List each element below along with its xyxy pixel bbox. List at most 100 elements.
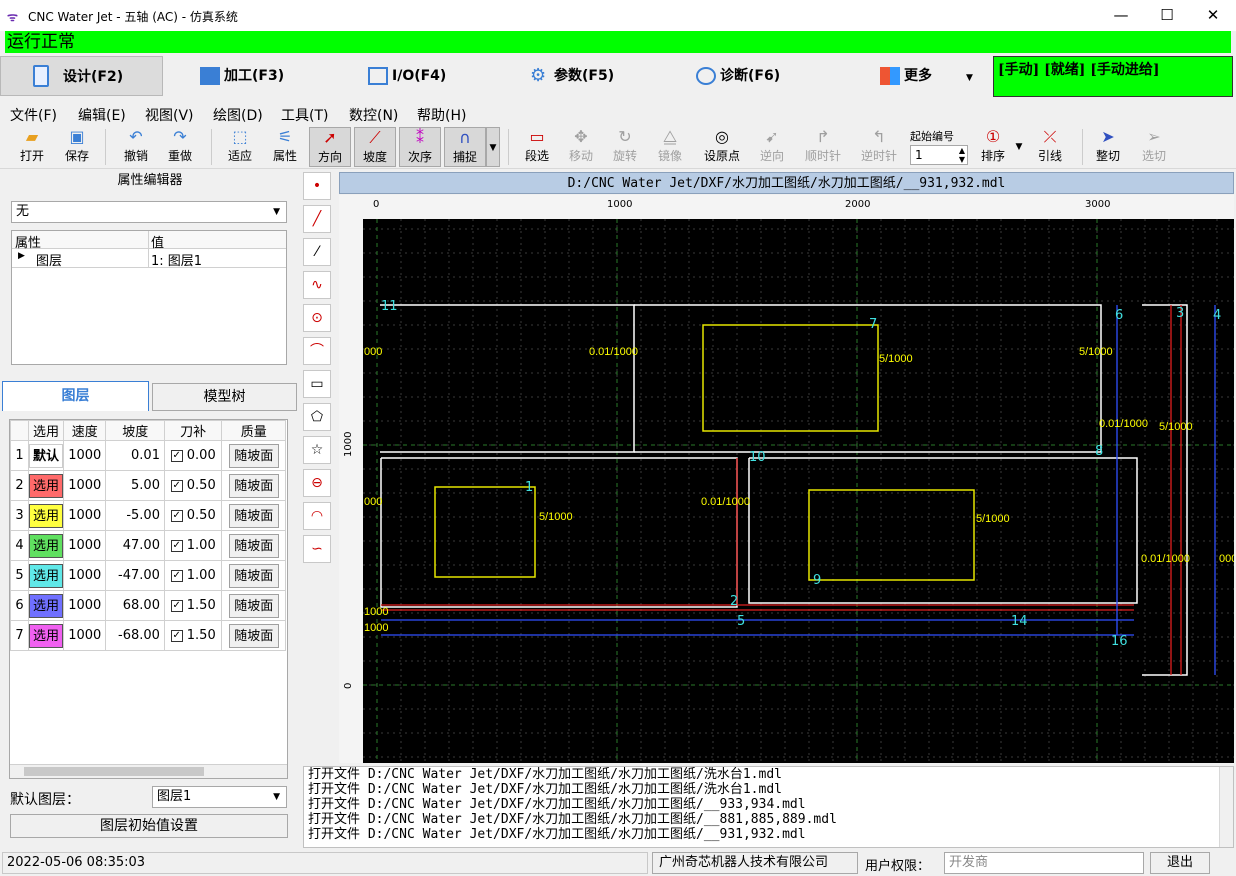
slope-toggle[interactable]: ⟋ 坡度 xyxy=(354,127,396,167)
set-origin-button[interactable]: ◎ 设原点 xyxy=(699,127,745,167)
ellipse-tool[interactable]: ⊖ xyxy=(303,469,331,497)
menu-nc[interactable]: 数控(N) xyxy=(349,105,398,125)
layer-select-button[interactable]: 选用 xyxy=(29,473,63,498)
fit-button[interactable]: ⬚ 适应 xyxy=(220,127,260,167)
comp-checkbox[interactable]: ✓ xyxy=(170,569,183,582)
layer-select-button[interactable]: 选用 xyxy=(29,533,63,558)
slope-cell[interactable]: -68.00 xyxy=(105,620,165,651)
expand-arrow-icon[interactable]: ▶ xyxy=(18,251,25,261)
redo-button[interactable]: ↷ 重做 xyxy=(160,127,200,167)
quality-button[interactable]: 随坡面 xyxy=(228,443,279,468)
comp-checkbox[interactable]: ✓ xyxy=(170,539,183,552)
quality-button[interactable]: 随坡面 xyxy=(228,503,279,528)
menu-draw[interactable]: 绘图(D) xyxy=(213,105,263,125)
permission-field[interactable]: 开发商 xyxy=(944,852,1144,874)
exit-button[interactable]: 退出 xyxy=(1150,852,1210,874)
quality-button[interactable]: 随坡面 xyxy=(228,623,279,648)
layer-select-button[interactable]: 选用 xyxy=(29,563,63,588)
ellipse-arc-tool[interactable]: ◠ xyxy=(303,502,331,530)
point-tool[interactable]: • xyxy=(303,172,331,200)
menu-view[interactable]: 视图(V) xyxy=(145,105,194,125)
maximize-button[interactable]: ☐ xyxy=(1144,0,1190,31)
horizontal-scrollbar[interactable] xyxy=(10,764,287,778)
nav-machining-button[interactable]: 加工(F3) xyxy=(200,56,284,96)
slope-cell[interactable]: -5.00 xyxy=(105,500,165,531)
speed-cell[interactable]: 1000 xyxy=(62,590,107,621)
comp-checkbox[interactable]: ✓ xyxy=(170,479,183,492)
comp-value[interactable]: 1.00 xyxy=(187,568,216,583)
save-button[interactable]: ▣ 保存 xyxy=(57,127,97,167)
tab-model-tree[interactable]: 模型树 xyxy=(152,383,297,411)
undo-button[interactable]: ↶ 撤销 xyxy=(116,127,156,167)
layer-select-button[interactable]: 默认 xyxy=(29,443,63,468)
quality-button[interactable]: 随坡面 xyxy=(228,473,279,498)
log-scrollbar[interactable] xyxy=(1219,767,1233,847)
layer-select-button[interactable]: 选用 xyxy=(29,593,63,618)
clockwise-button[interactable]: ↱ 顺时针 xyxy=(800,127,846,167)
comp-value[interactable]: 0.00 xyxy=(187,448,216,463)
mirror-button[interactable]: ⧋ 镜像 xyxy=(650,127,690,167)
nav-io-button[interactable]: I/O(F4) xyxy=(368,56,446,96)
nav-diag-button[interactable]: 诊断(F6) xyxy=(696,56,780,96)
drawing-canvas[interactable]: 0 1000 2000 3000 1000 0 0.01/1000 5/1000… xyxy=(339,195,1236,763)
menu-help[interactable]: 帮助(H) xyxy=(417,105,466,125)
slope-cell[interactable]: -47.00 xyxy=(105,560,165,591)
props-button[interactable]: ⚟ 属性 xyxy=(265,127,305,167)
comp-checkbox[interactable]: ✓ xyxy=(170,509,183,522)
comp-value[interactable]: 1.00 xyxy=(187,538,216,553)
polyline-tool[interactable]: ∿ xyxy=(303,271,331,299)
speed-cell[interactable]: 1000 xyxy=(62,530,107,561)
speed-cell[interactable]: 1000 xyxy=(62,500,107,531)
order-toggle[interactable]: ⁑ 次序 xyxy=(399,127,441,167)
comp-checkbox[interactable]: ✓ xyxy=(170,599,183,612)
quality-button[interactable]: 随坡面 xyxy=(228,533,279,558)
layer-select-button[interactable]: 选用 xyxy=(29,623,63,648)
segment-tool[interactable]: ⁄ xyxy=(303,238,331,266)
property-combo[interactable]: 无 ▼ xyxy=(11,201,287,223)
direction-toggle[interactable]: ➚ 方向 xyxy=(309,127,351,167)
layer-init-button[interactable]: 图层初始值设置 xyxy=(10,814,288,838)
tab-layers[interactable]: 图层 xyxy=(2,381,149,411)
start-number-stepper[interactable]: 1 ▲ ▼ xyxy=(910,145,968,165)
comp-checkbox[interactable]: ✓ xyxy=(170,449,183,462)
quality-button[interactable]: 随坡面 xyxy=(228,563,279,588)
polygon-tool[interactable]: ⬠ xyxy=(303,403,331,431)
slope-cell[interactable]: 0.01 xyxy=(105,440,165,471)
line-tool[interactable]: ╱ xyxy=(303,205,331,233)
counterclockwise-button[interactable]: ↰ 逆时针 xyxy=(856,127,902,167)
reverse-button[interactable]: ➹ 逆向 xyxy=(752,127,792,167)
trim-cut-button[interactable]: ➤ 整切 xyxy=(1090,127,1126,167)
open-button[interactable]: ▰ 打开 xyxy=(12,127,52,167)
comp-value[interactable]: 1.50 xyxy=(187,598,216,613)
star-tool[interactable]: ☆ xyxy=(303,436,331,464)
circle-tool[interactable]: ⊙ xyxy=(303,304,331,332)
sort-dropdown[interactable]: ▼ xyxy=(1012,127,1026,167)
speed-cell[interactable]: 1000 xyxy=(62,470,107,501)
menu-file[interactable]: 文件(F) xyxy=(10,105,57,125)
slope-cell[interactable]: 5.00 xyxy=(105,470,165,501)
segment-select-button[interactable]: ▭ 段选 xyxy=(517,127,557,167)
nav-params-button[interactable]: ⚙ 参数(F5) xyxy=(530,56,614,96)
comp-value[interactable]: 0.50 xyxy=(187,478,216,493)
rotate-button[interactable]: ↻ 旋转 xyxy=(605,127,645,167)
close-button[interactable]: ✕ xyxy=(1190,0,1236,31)
minimize-button[interactable]: — xyxy=(1098,0,1144,31)
sort-button[interactable]: ① 排序 xyxy=(975,127,1011,167)
select-cut-button[interactable]: ➢ 选切 xyxy=(1136,127,1172,167)
comp-checkbox[interactable]: ✓ xyxy=(170,629,183,642)
comp-value[interactable]: 1.50 xyxy=(187,628,216,643)
menu-tools[interactable]: 工具(T) xyxy=(281,105,328,125)
layer-select-button[interactable]: 选用 xyxy=(29,503,63,528)
nav-more-button[interactable]: 更多 ▼ xyxy=(880,56,973,96)
quality-button[interactable]: 随坡面 xyxy=(228,593,279,618)
speed-cell[interactable]: 1000 xyxy=(62,620,107,651)
slope-cell[interactable]: 68.00 xyxy=(105,590,165,621)
prop-row-value[interactable]: 1: 图层1 xyxy=(151,250,202,269)
menu-edit[interactable]: 编辑(E) xyxy=(78,105,126,125)
canvas-svg[interactable]: 0 1000 2000 3000 1000 0 0.01/1000 5/1000… xyxy=(339,195,1236,763)
slope-cell[interactable]: 47.00 xyxy=(105,530,165,561)
arc-tool[interactable]: ⌒ xyxy=(303,337,331,365)
lead-line-button[interactable]: ⤫ 引线 xyxy=(1032,127,1068,167)
spline-tool[interactable]: ∽ xyxy=(303,535,331,563)
move-button[interactable]: ✥ 移动 xyxy=(561,127,601,167)
